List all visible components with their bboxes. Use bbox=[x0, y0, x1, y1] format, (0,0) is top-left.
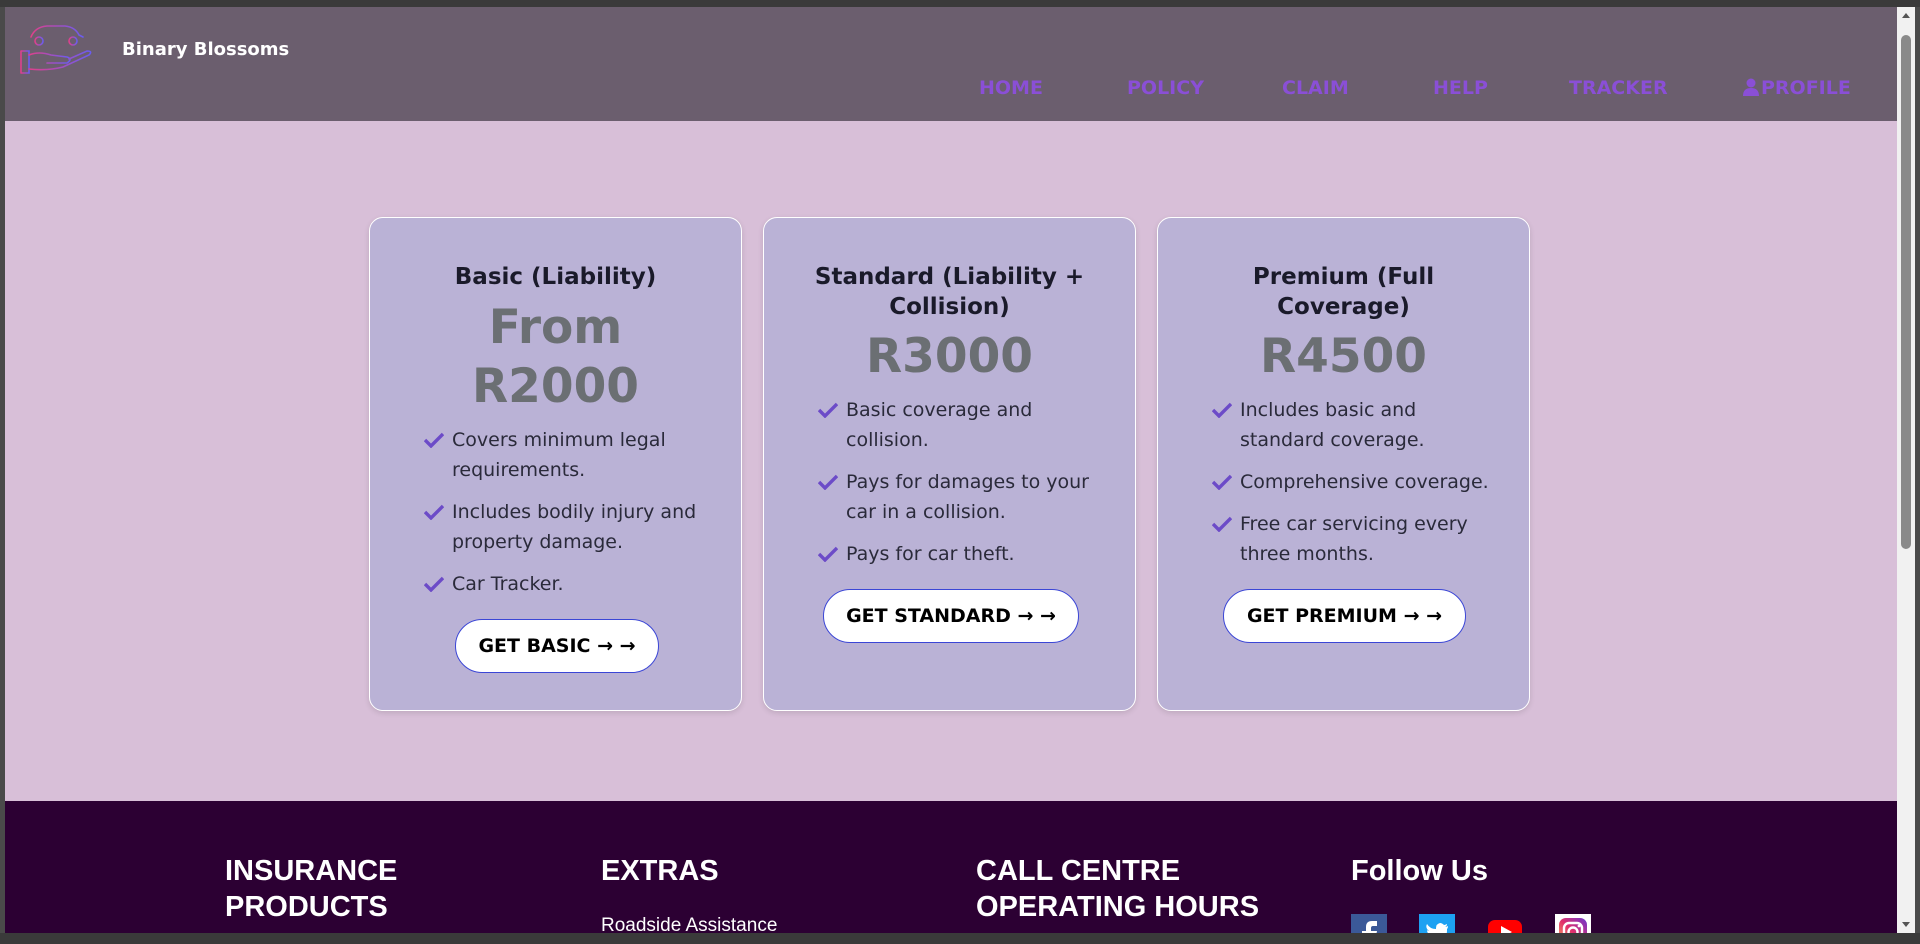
plan-card-standard: Standard (Liability + Collision) R3000 B… bbox=[763, 217, 1136, 711]
window-top-edge bbox=[0, 0, 1920, 7]
feature-item: Includes bodily injury and property dama… bbox=[424, 497, 711, 557]
feature-list: Includes basic and standard coverage. Co… bbox=[1212, 395, 1499, 581]
check-icon bbox=[818, 474, 838, 490]
plan-price: R2000 bbox=[471, 359, 639, 414]
feature-item: Pays for car theft. bbox=[818, 539, 1105, 569]
feature-list: Basic coverage and collision. Pays for d… bbox=[818, 395, 1105, 581]
vertical-scrollbar[interactable] bbox=[1897, 7, 1915, 933]
feature-item: Comprehensive coverage. bbox=[1212, 467, 1499, 497]
hand-car-logo[interactable] bbox=[17, 17, 97, 75]
get-premium-button[interactable]: GET PREMIUM → → bbox=[1223, 589, 1466, 643]
site-header: Binary Blossoms HOME POLICY CLAIM HELP T… bbox=[5, 7, 1897, 121]
check-icon bbox=[1212, 474, 1232, 490]
plan-title-line1: Standard (Liability + bbox=[814, 264, 1085, 290]
brand-name[interactable]: Binary Blossoms bbox=[122, 39, 289, 60]
plan-title: Basic (Liability) bbox=[454, 264, 657, 290]
main-nav: HOME POLICY CLAIM HELP TRACKER PROFILE bbox=[5, 77, 1897, 107]
check-icon bbox=[1212, 402, 1232, 418]
nav-tracker[interactable]: TRACKER bbox=[1569, 77, 1668, 99]
scroll-up-arrow-icon[interactable] bbox=[1897, 7, 1915, 25]
facebook-icon[interactable] bbox=[1351, 914, 1387, 933]
nav-help[interactable]: HELP bbox=[1433, 77, 1488, 99]
instagram-icon[interactable] bbox=[1555, 914, 1591, 933]
nav-profile[interactable]: PROFILE bbox=[1743, 77, 1851, 99]
youtube-icon[interactable] bbox=[1487, 914, 1523, 933]
feature-item: Car Tracker. bbox=[424, 569, 711, 599]
check-icon bbox=[1212, 516, 1232, 532]
plan-title-line1: Premium (Full bbox=[1252, 264, 1435, 290]
scrollbar-thumb[interactable] bbox=[1901, 35, 1911, 549]
plan-price: R4500 bbox=[1259, 329, 1427, 384]
plan-title-line2: Collision) bbox=[889, 294, 1010, 320]
check-icon bbox=[424, 432, 444, 448]
footer-heading-extras: EXTRAS bbox=[601, 855, 719, 887]
window-bottom-edge bbox=[0, 933, 1920, 944]
get-basic-button[interactable]: GET BASIC → → bbox=[455, 619, 659, 673]
feature-item: Basic coverage and collision. bbox=[818, 395, 1105, 455]
check-icon bbox=[818, 546, 838, 562]
check-icon bbox=[424, 576, 444, 592]
twitter-icon[interactable] bbox=[1419, 914, 1455, 933]
plan-card-premium: Premium (Full Coverage) R4500 Includes b… bbox=[1157, 217, 1530, 711]
footer-heading-follow-us: Follow Us bbox=[1351, 855, 1488, 887]
plan-title-line2: Coverage) bbox=[1277, 294, 1410, 320]
footer-heading-insurance-products: INSURANCE PRODUCTS bbox=[225, 855, 398, 923]
footer-heading-call-centre: CALL CENTRE OPERATING HOURS bbox=[976, 855, 1260, 923]
user-icon bbox=[1743, 78, 1759, 96]
feature-list: Covers minimum legal requirements. Inclu… bbox=[424, 425, 711, 611]
plan-card-basic: Basic (Liability) From R2000 Covers mini… bbox=[369, 217, 742, 711]
feature-item: Covers minimum legal requirements. bbox=[424, 425, 711, 485]
site-footer: INSURANCE PRODUCTS EXTRAS Roadside Assis… bbox=[5, 801, 1897, 933]
nav-profile-label: PROFILE bbox=[1761, 77, 1851, 99]
get-standard-button[interactable]: GET STANDARD → → bbox=[823, 589, 1079, 643]
browser-viewport: Binary Blossoms HOME POLICY CLAIM HELP T… bbox=[5, 7, 1897, 933]
nav-policy[interactable]: POLICY bbox=[1127, 77, 1204, 99]
feature-item: Free car servicing every three months. bbox=[1212, 509, 1499, 569]
check-icon bbox=[424, 504, 444, 520]
check-icon bbox=[818, 402, 838, 418]
nav-home[interactable]: HOME bbox=[979, 77, 1043, 99]
plan-price-prefix: From bbox=[488, 300, 623, 355]
scroll-down-arrow-icon[interactable] bbox=[1897, 915, 1915, 933]
feature-item: Includes basic and standard coverage. bbox=[1212, 395, 1499, 455]
plan-price: R3000 bbox=[865, 329, 1033, 384]
feature-item: Pays for damages to your car in a collis… bbox=[818, 467, 1105, 527]
footer-link-roadside-assistance[interactable]: Roadside Assistance bbox=[601, 915, 777, 933]
nav-claim[interactable]: CLAIM bbox=[1282, 77, 1349, 99]
